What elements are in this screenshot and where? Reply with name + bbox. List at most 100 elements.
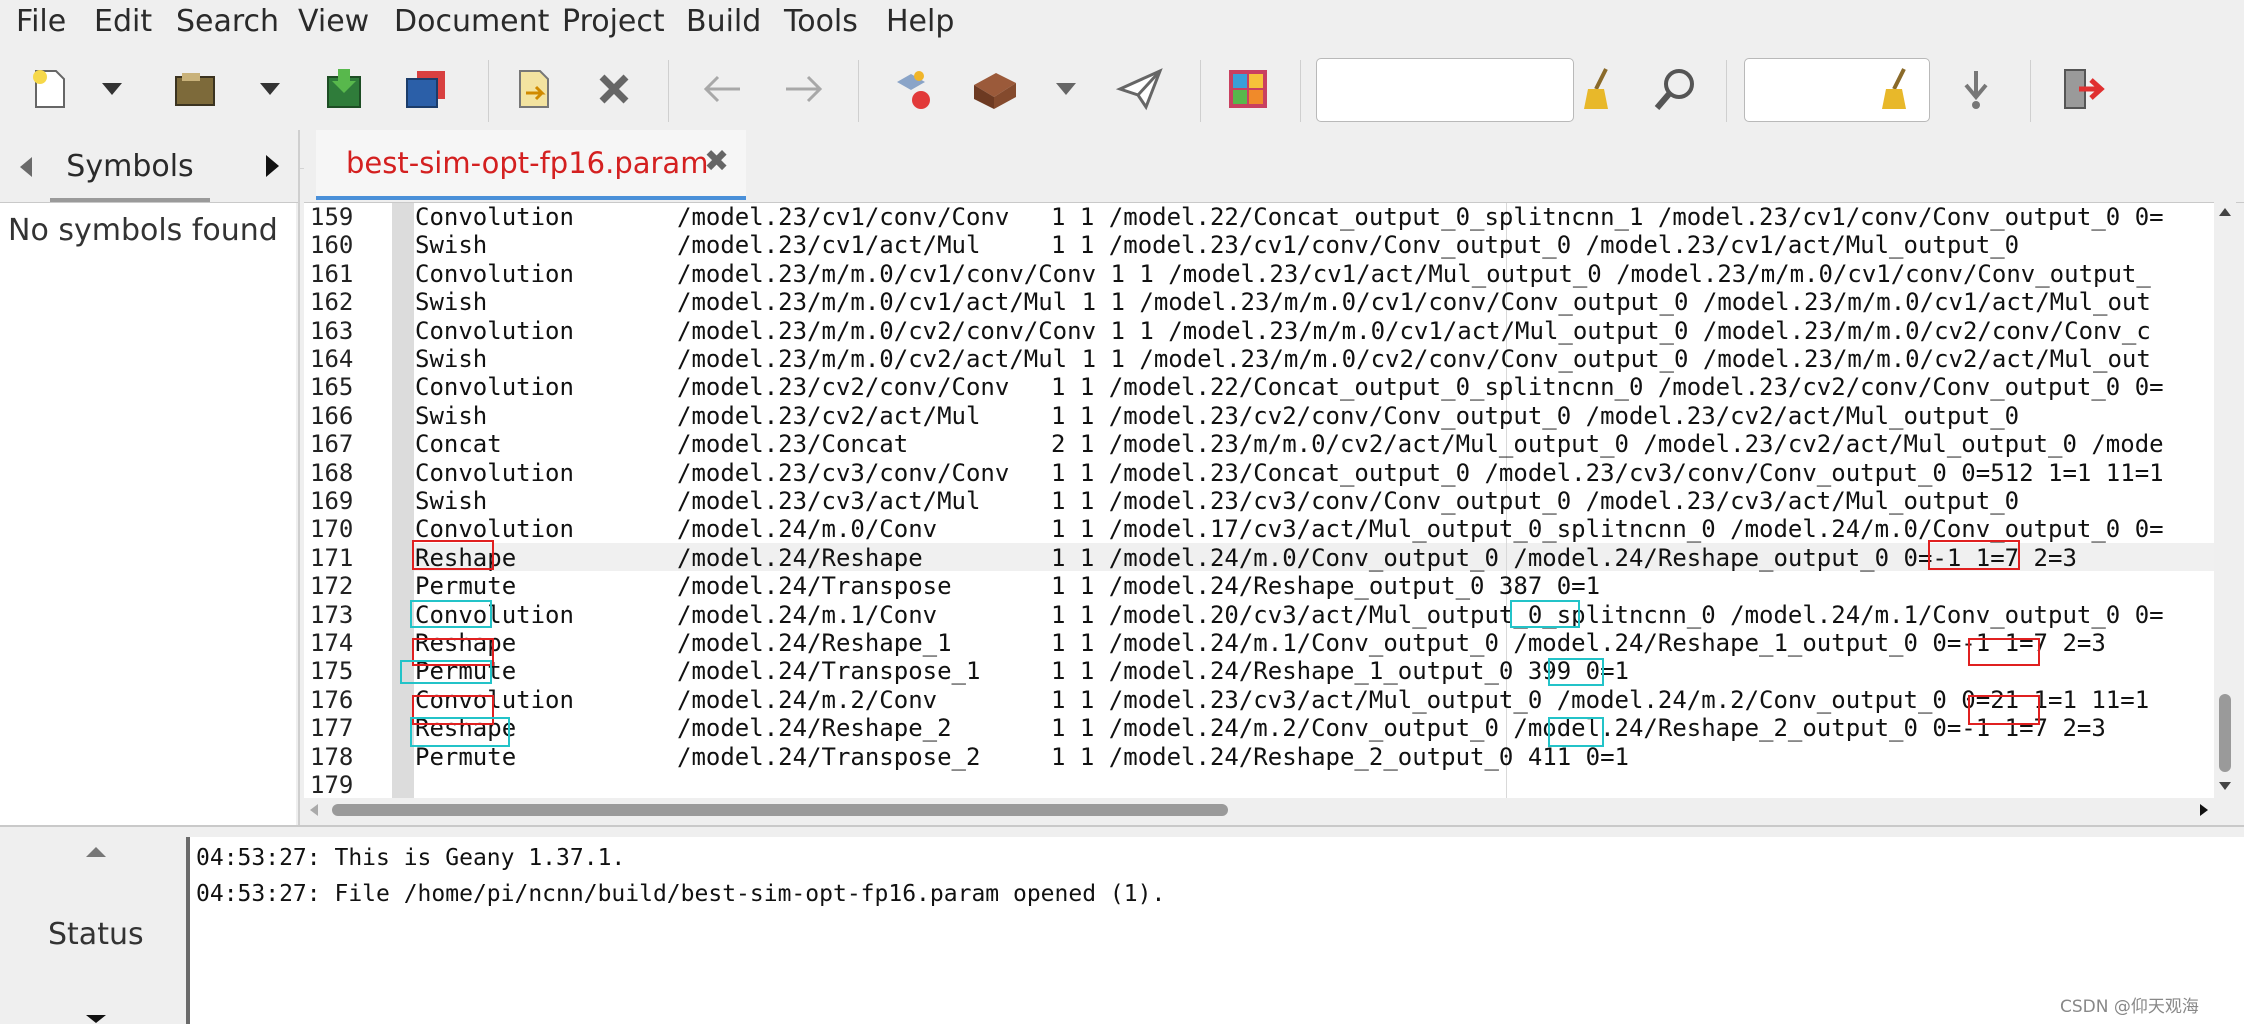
status-log: 04:53:27: This is Geany 1.37.1. 04:53:27…: [186, 837, 2244, 1024]
quit-icon[interactable]: [2052, 46, 2112, 132]
horizontal-scrollbar[interactable]: [304, 798, 2236, 822]
menu-document[interactable]: Document: [394, 4, 549, 39]
line-number: 172: [310, 572, 354, 601]
revert-icon[interactable]: [504, 46, 564, 132]
line-number: 162: [310, 288, 354, 317]
build-icon[interactable]: [964, 46, 1024, 132]
scroll-left-icon[interactable]: [310, 804, 318, 816]
line-number: 160: [310, 231, 354, 260]
layer-name: /model.23/cv1/act/Mul: [677, 231, 981, 260]
layer-type: Convolution: [415, 458, 574, 487]
vertical-scroll-thumb[interactable]: [2219, 694, 2231, 772]
clear-icon[interactable]: [1574, 46, 1626, 132]
tab-document[interactable]: best-sim-opt-fp16.param ✖: [316, 130, 746, 200]
symbols-list: No symbols found: [0, 203, 296, 825]
tab-scroll-up-icon[interactable]: [86, 847, 106, 857]
tab-document-label: best-sim-opt-fp16.param: [346, 146, 709, 180]
scroll-down-icon[interactable]: [2219, 782, 2231, 790]
layer-type: Permute: [415, 572, 517, 601]
layer-name: /model.24/m.0/Conv: [677, 515, 938, 544]
menu-tools[interactable]: Tools: [784, 4, 858, 39]
menu-view[interactable]: View: [298, 4, 369, 39]
forward-icon[interactable]: [774, 46, 834, 132]
save-all-icon[interactable]: [396, 46, 456, 132]
back-icon[interactable]: [692, 46, 752, 132]
close-tab-icon[interactable]: ✖: [704, 144, 729, 179]
toolbar-separator: [1300, 60, 1301, 122]
menu-edit[interactable]: Edit: [94, 4, 152, 39]
scroll-up-icon[interactable]: [2219, 208, 2231, 216]
watermark: CSDN @仰天观海: [2060, 997, 2199, 1017]
layer-name: /model.23/cv3/act/Mul: [677, 487, 981, 515]
compile-icon[interactable]: [882, 46, 942, 132]
jump-to-line-icon[interactable]: [1946, 46, 2006, 132]
editor-tab-bar: best-sim-opt-fp16.param ✖: [304, 130, 2244, 203]
toolbar-separator: [668, 60, 669, 122]
layer-name: /model.23/cv3/conv/Conv: [677, 458, 1010, 487]
vertical-scrollbar[interactable]: [2214, 202, 2236, 798]
horizontal-scroll-thumb[interactable]: [332, 804, 1228, 816]
layer-params: 1 1 /model.23/cv2/conv/Conv_output_0 /mo…: [1051, 401, 2020, 430]
log-line: 04:53:27: File /home/pi/ncnn/build/best-…: [196, 881, 1166, 907]
save-icon[interactable]: [314, 46, 374, 132]
color-chooser-icon[interactable]: [1218, 46, 1278, 132]
layer-type: Concat: [415, 430, 502, 459]
line-number: 178: [310, 742, 354, 771]
line-number: 176: [310, 685, 354, 714]
layer-params: 1 1 /model.23/Concat_output_0 /model.23/…: [1051, 458, 2164, 487]
fold-margin: [392, 203, 414, 799]
dropdown-icon[interactable]: [250, 46, 290, 132]
layer-name: /model.24/m.2/Conv: [677, 685, 938, 714]
menu-file[interactable]: File: [16, 4, 66, 39]
open-file-icon[interactable]: [166, 46, 226, 132]
layer-params: 1 1 /model.22/Concat_output_0_splitncnn_…: [1051, 373, 2164, 402]
code-editor[interactable]: 159 160 161 162 163 164 165 166 167 168 169 170 171 1…: [304, 202, 2236, 799]
menu-search[interactable]: Search: [176, 4, 279, 39]
line-number: 161: [310, 259, 354, 288]
tab-symbols[interactable]: Symbols: [50, 142, 210, 202]
sidebar: Symbols No symbols found: [0, 130, 300, 825]
layer-params: 1 1 /model.20/cv3/act/Mul_output_0_split…: [1051, 600, 2164, 629]
red-highlight-box: [1928, 540, 2020, 570]
layer-name: /model.23/cv1/conv/Conv: [677, 203, 1010, 231]
menu-project[interactable]: Project: [562, 4, 665, 39]
tab-scroll-right-icon[interactable]: [266, 155, 279, 177]
find-icon[interactable]: [1646, 46, 1706, 132]
layer-params: 1 1 /model.24/Reshape_1_output_0 399 0=1: [1051, 657, 1629, 686]
layer-name: /model.23/m/m.0/cv2/act/Mul 1 1 /model.2…: [677, 345, 2151, 373]
scroll-right-icon[interactable]: [2200, 804, 2208, 816]
tab-status[interactable]: Status: [48, 917, 144, 952]
search-input[interactable]: [1316, 58, 1574, 122]
layer-name: /model.23/cv2/conv/Conv: [677, 373, 1010, 402]
toolbar-separator: [858, 60, 859, 122]
clear-icon[interactable]: [1872, 46, 1924, 132]
layer-type: Convolution: [415, 203, 574, 231]
close-icon[interactable]: [584, 46, 644, 132]
layer-name: /model.23/m/m.0/cv2/conv/Conv 1 1 /model…: [677, 316, 2151, 345]
message-window: Status 04:53:27: This is Geany 1.37.1. 0…: [0, 825, 2244, 1024]
dropdown-icon[interactable]: [92, 46, 132, 132]
cyan-highlight-box: [1548, 658, 1604, 686]
dropdown-icon[interactable]: [1046, 46, 1086, 132]
layer-type: Swish: [415, 231, 488, 260]
line-number: 167: [310, 430, 354, 459]
layer-params: 1 1 /model.23/cv1/conv/Conv_output_0 /mo…: [1051, 231, 2020, 260]
line-number: 166: [310, 401, 354, 430]
layer-name: /model.23/m/m.0/cv1/act/Mul 1 1 /model.2…: [677, 288, 2151, 317]
execute-icon[interactable]: [1110, 46, 1170, 132]
layer-name: /model.24/Reshape_2: [677, 714, 952, 743]
tab-scroll-left-icon[interactable]: [20, 157, 32, 177]
cyan-highlight-box: [400, 660, 492, 684]
cyan-highlight-box: [410, 600, 492, 628]
line-number: 173: [310, 600, 354, 629]
menu-help[interactable]: Help: [886, 4, 954, 39]
line-number: 163: [310, 316, 354, 345]
new-file-icon[interactable]: [20, 46, 80, 132]
layer-params: 1 1 /model.22/Concat_output_0_splitncnn_…: [1051, 203, 2164, 231]
line-number: 159: [310, 203, 354, 231]
layer-params: 1 1 /model.24/m.0/Conv_output_0 /model.2…: [1051, 543, 2077, 572]
log-line: 04:53:27: This is Geany 1.37.1.: [196, 845, 626, 871]
menu-build[interactable]: Build: [686, 4, 761, 39]
line-number: 170: [310, 515, 354, 544]
toolbar-separator: [488, 60, 489, 122]
